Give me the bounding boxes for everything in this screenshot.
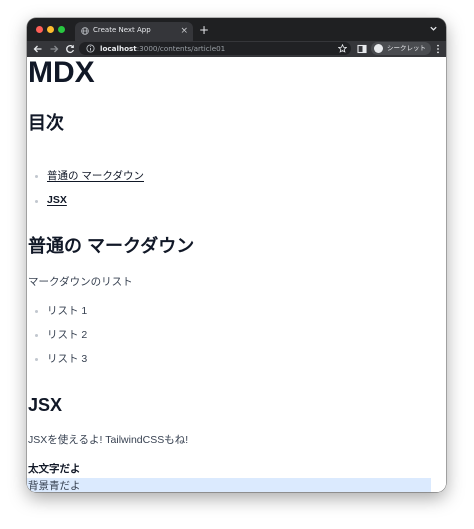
browser-window: Create Next App × + localhost:3000/conte… — [27, 18, 446, 492]
profile-label: シークレット — [387, 44, 426, 52]
tab-close-button[interactable]: × — [180, 25, 188, 37]
markdown-section-heading: 普通の マークダウン — [28, 236, 195, 256]
address-bar[interactable]: localhost:3000/contents/article01 — [79, 42, 351, 55]
jsx-section-heading: JSX — [28, 395, 63, 415]
kebab-menu-icon[interactable] — [435, 44, 441, 54]
minimize-window-button[interactable] — [47, 26, 54, 33]
star-icon[interactable] — [338, 44, 347, 53]
incognito-icon — [374, 44, 383, 53]
chevron-down-icon[interactable] — [429, 24, 438, 33]
markdown-paragraph: マークダウンのリスト — [28, 276, 133, 288]
list-bullet — [35, 200, 38, 203]
reload-icon[interactable] — [65, 44, 75, 54]
page-content: MDX 目次 普通の マークダウン JSX 普通の マークダウン マークダウンの… — [27, 57, 446, 492]
back-arrow-icon[interactable] — [33, 44, 43, 54]
toc-link-markdown[interactable]: 普通の マークダウン — [47, 170, 144, 183]
url-text[interactable]: localhost:3000/contents/article01 — [100, 44, 225, 53]
list-bullet — [35, 358, 38, 361]
url-host: localhost — [100, 44, 137, 53]
globe-icon — [81, 27, 89, 35]
toc-heading: 目次 — [28, 113, 64, 133]
new-tab-button[interactable]: + — [199, 22, 209, 38]
tab-strip: Create Next App × + — [27, 18, 446, 41]
list-bullet — [35, 310, 38, 313]
tab-title: Create Next App — [93, 26, 151, 34]
side-panel-icon[interactable] — [357, 44, 367, 54]
browser-toolbar: localhost:3000/contents/article01 シークレット — [27, 41, 446, 57]
list-bullet — [35, 175, 38, 178]
incognito-profile-button[interactable]: シークレット — [371, 42, 431, 55]
blue-background-box: 背景青だよ — [27, 478, 431, 492]
toc-link-jsx[interactable]: JSX — [47, 194, 67, 207]
info-icon[interactable] — [86, 44, 95, 53]
page-title: MDX — [28, 56, 95, 89]
jsx-paragraph: JSXを使えるよ! TailwindCSSもね! — [28, 434, 189, 446]
blue-background-text: 背景青だよ — [28, 480, 81, 492]
bold-text: 太文字だよ — [28, 463, 81, 475]
list-item: リスト 3 — [47, 353, 88, 365]
forward-arrow-icon[interactable] — [49, 44, 59, 54]
list-bullet — [35, 334, 38, 337]
tab-active[interactable]: Create Next App × — [75, 22, 193, 41]
list-item: リスト 2 — [47, 329, 88, 341]
url-path: :3000/contents/article01 — [136, 44, 226, 53]
screenshot-stage: Create Next App × + localhost:3000/conte… — [0, 0, 474, 529]
list-item: リスト 1 — [47, 305, 88, 317]
zoom-window-button[interactable] — [58, 26, 65, 33]
close-window-button[interactable] — [36, 26, 43, 33]
